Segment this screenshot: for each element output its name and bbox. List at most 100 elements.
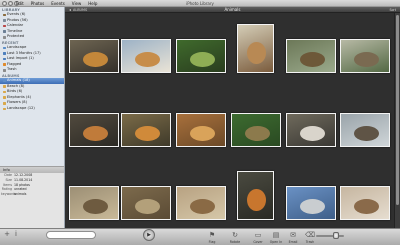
photo-subject: [247, 189, 266, 212]
open-in-icon: ▤: [272, 231, 280, 239]
info-label: keywords: [1, 192, 17, 197]
toolbar-button-rotate[interactable]: ↻ Rotate: [226, 231, 244, 244]
photo-subject: [82, 198, 108, 215]
photo-thumbnail[interactable]: [340, 186, 390, 220]
sidebar-item-label: Flowers (8): [7, 100, 27, 105]
photo-thumbnail[interactable]: [176, 186, 226, 220]
flag-icon: [3, 63, 6, 66]
info-icon: i: [15, 230, 17, 238]
sidebar-item-label: Calendar: [7, 23, 24, 28]
toolbar-button-flag[interactable]: ⚑ Flag: [203, 231, 221, 244]
photo-thumbnail[interactable]: [121, 113, 171, 147]
photo-subject: [189, 198, 215, 215]
sidebar-item[interactable]: Trash: [0, 67, 64, 73]
source-list: LIBRARY Events (6) Photos (56) Calendar Time…: [0, 7, 65, 166]
add-button[interactable]: +: [3, 230, 11, 239]
photo-thumbnail[interactable]: [286, 113, 336, 147]
sidebar-item-label: Elephants (4): [7, 94, 32, 99]
events-icon: [3, 13, 6, 17]
vertical-scrollbar[interactable]: [394, 13, 400, 228]
album-icon: [3, 107, 6, 111]
photo-thumbnail[interactable]: [69, 186, 119, 220]
import-icon: [3, 57, 6, 61]
toolbar-button-label: Rotate: [229, 240, 241, 244]
photo-thumbnail[interactable]: [286, 39, 336, 73]
album-icon: [3, 79, 6, 83]
plus-icon: +: [4, 230, 10, 238]
sidebar-item-label: Birds (6): [7, 89, 23, 94]
photo-subject: [353, 125, 379, 142]
photo-subject: [134, 125, 160, 142]
info-button[interactable]: i: [12, 230, 20, 239]
photo-thumbnail[interactable]: [237, 24, 274, 73]
toolbar-button-label: Cover: [253, 240, 263, 244]
toolbar-button-cover[interactable]: ▭ Cover: [249, 231, 267, 244]
toolbar-button-label: Open In: [269, 240, 283, 244]
scrollbar-thumb[interactable]: [396, 15, 399, 205]
photo-thumbnail[interactable]: [237, 171, 274, 220]
zoom-slider-track[interactable]: [316, 235, 344, 237]
search-input[interactable]: [46, 231, 96, 239]
photo-subject: [299, 125, 325, 142]
toolbar-button-label: Trash: [305, 240, 315, 244]
photo-thumbnail[interactable]: [231, 113, 281, 147]
sidebar-item[interactable]: Protected: [0, 34, 64, 40]
calendar-icon: [3, 24, 6, 28]
toolbar-button-open-in[interactable]: ▤ Open In: [267, 231, 285, 244]
album-icon: [3, 46, 6, 50]
sidebar-item[interactable]: Landscape (12): [0, 106, 64, 112]
sidebar-item-label: Beach (8): [7, 83, 25, 88]
trash-icon: [3, 68, 6, 72]
toolbar-button-label: Flag: [208, 240, 216, 244]
info-panel: Info Date 12.12.2008 Size 11.08.2014 Items 18…: [0, 166, 65, 228]
lock-icon: [3, 35, 6, 39]
toolbar-button-trash[interactable]: ⌫ Trash: [301, 231, 319, 244]
sidebar-item-label: Last Import (1): [7, 56, 34, 61]
photo-thumbnail[interactable]: [69, 113, 119, 147]
zoom-slider-knob[interactable]: [333, 232, 339, 239]
sidebar-item-label: Landscape: [7, 44, 27, 49]
sidebar-item-label: Protected: [7, 34, 25, 39]
info-rows: Date 12.12.2008 Size 11.08.2014 Items 18 phot…: [0, 173, 64, 197]
photo-subject: [134, 51, 160, 68]
photo-subject: [189, 51, 215, 68]
window-title: iPhoto Library: [186, 1, 214, 6]
title-bar: Edit Photos Events View Help iPhoto Libr…: [0, 0, 400, 7]
album-icon: [3, 85, 6, 88]
sidebar-item-label: Animals (18): [7, 77, 30, 82]
photo-grid: [65, 13, 394, 228]
cover-icon: ▭: [254, 231, 262, 239]
photo-thumbnail[interactable]: [340, 113, 390, 147]
photo-subject: [353, 198, 379, 215]
timeline-icon: [3, 30, 6, 33]
album-icon: [3, 90, 6, 94]
toolbar-button-label: Email: [288, 240, 298, 244]
photo-subject: [299, 198, 325, 215]
photo-thumbnail[interactable]: [121, 39, 171, 73]
email-icon: ✉: [290, 231, 296, 239]
sidebar-item-label: Flagged: [7, 61, 22, 66]
flag-icon: ⚑: [208, 231, 216, 239]
toolbar-button-email[interactable]: ✉ Email: [284, 231, 302, 244]
photo-thumbnail[interactable]: [340, 39, 390, 73]
slideshow-play-button[interactable]: ▶: [143, 229, 155, 241]
info-value[interactable]: animals: [14, 192, 26, 197]
photo-subject: [244, 125, 270, 142]
album-icon: [3, 101, 6, 105]
sidebar-item-label: Landscape (12): [7, 105, 35, 110]
photo-thumbnail[interactable]: [286, 186, 336, 220]
photo-thumbnail[interactable]: [176, 39, 226, 73]
sidebar-item-label: Events (6): [7, 12, 26, 16]
photo-thumbnail[interactable]: [176, 113, 226, 147]
album-icon: [3, 96, 6, 99]
photo-subject: [353, 51, 379, 68]
photo-subject: [247, 42, 266, 65]
photo-subject: [189, 125, 215, 142]
info-row: keywords animals: [0, 192, 64, 197]
photo-thumbnail[interactable]: [121, 186, 171, 220]
photo-thumbnail[interactable]: [69, 39, 119, 73]
sidebar-item-label: Trash: [7, 67, 17, 72]
sidebar-item-label: Timeline: [7, 28, 23, 33]
sidebar-item-label: Last 3 Months (17): [7, 50, 41, 55]
photo-subject: [82, 125, 108, 142]
